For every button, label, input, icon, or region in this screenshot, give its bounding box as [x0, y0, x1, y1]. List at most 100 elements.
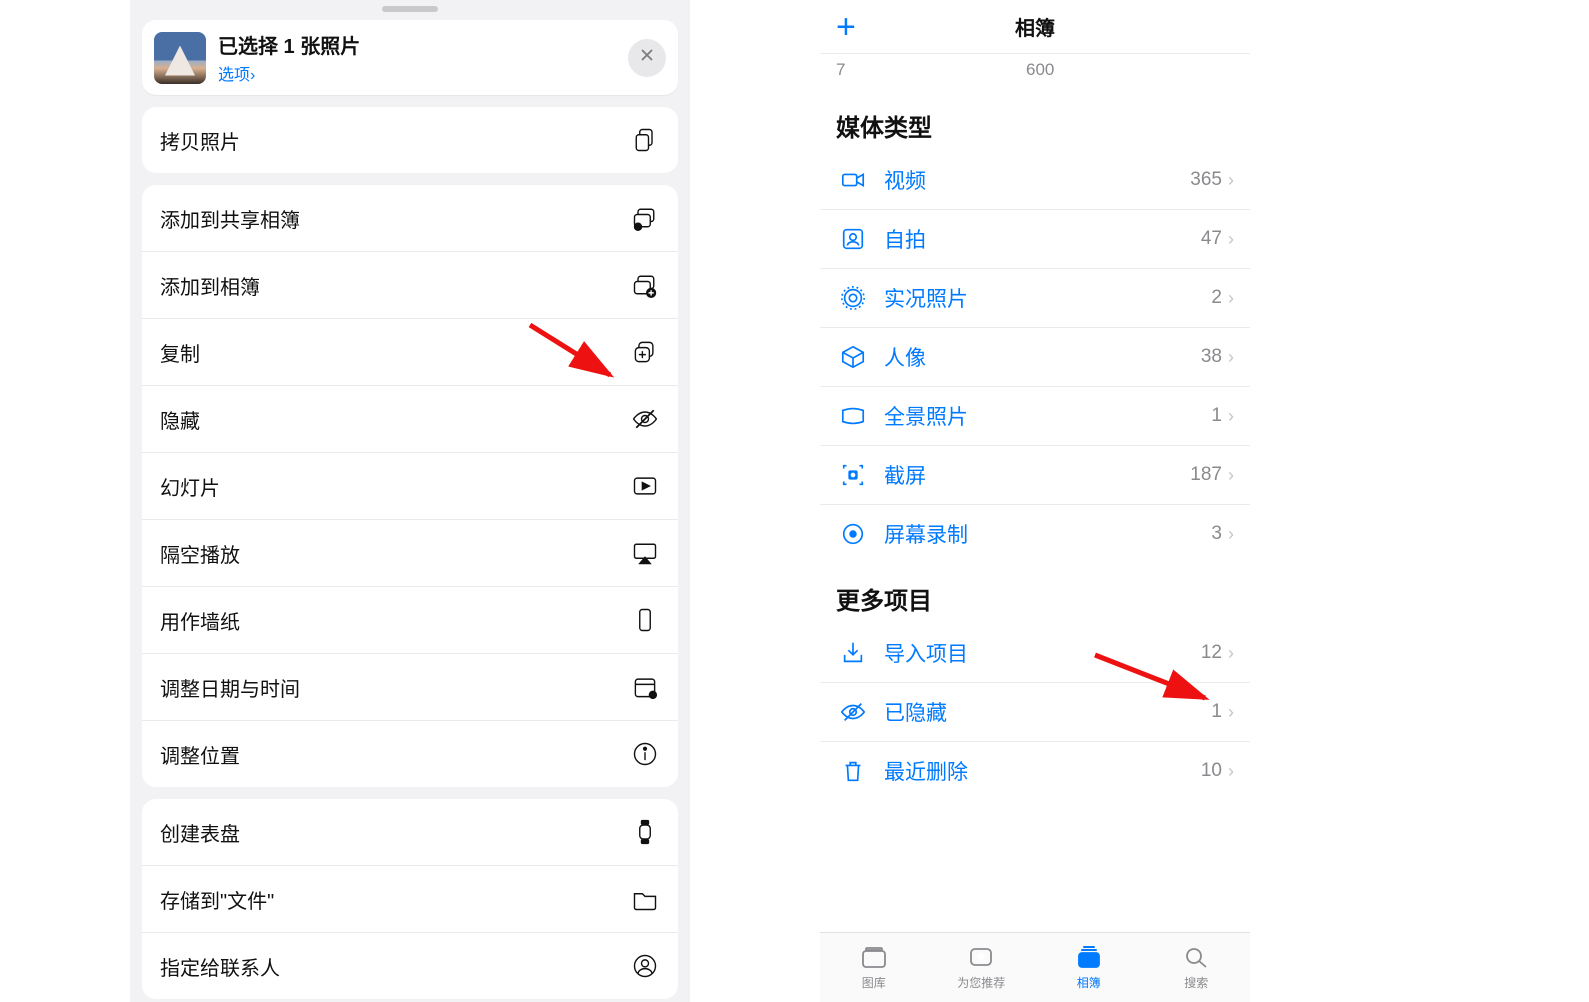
eye-slash-icon [836, 699, 870, 725]
cube-icon [836, 344, 870, 370]
partial-count-left: 7 [836, 60, 1026, 80]
row-panoramas[interactable]: 全景照片 1 › [820, 387, 1250, 446]
folder-icon [630, 884, 660, 914]
photo-thumbnail [154, 32, 206, 84]
row-label: 最近删除 [884, 756, 1201, 786]
row-count: 1 [1211, 405, 1222, 427]
copy-doc-icon [630, 125, 660, 155]
screenshot-icon [836, 462, 870, 488]
section-more-items-title: 更多项目 [820, 563, 1250, 624]
chevron-right-icon: › [250, 67, 255, 84]
chevron-right-icon: › [1228, 524, 1234, 545]
row-add-album[interactable]: 添加到相簿 [142, 252, 678, 319]
row-count: 3 [1211, 523, 1222, 545]
row-label: 拷贝照片 [160, 126, 240, 155]
row-live-photos[interactable]: 实况照片 2 › [820, 269, 1250, 328]
add-album-button[interactable]: + [836, 10, 856, 44]
row-label: 幻灯片 [160, 472, 220, 501]
livephoto-icon [836, 285, 870, 311]
partial-count-right: 600 [1026, 60, 1054, 80]
row-label: 自拍 [884, 224, 1201, 254]
row-slideshow[interactable]: 幻灯片 [142, 453, 678, 520]
row-label: 添加到相簿 [160, 271, 260, 300]
selfie-icon [836, 226, 870, 252]
row-assign-contact[interactable]: 指定给联系人 [142, 933, 678, 999]
tab-for-you[interactable]: 为您推荐 [928, 933, 1036, 1002]
row-adjust-location[interactable]: 调整位置 [142, 721, 678, 787]
more-items-list: 导入项目 12 › 已隐藏 1 › 最近删除 10 › [820, 624, 1250, 800]
row-screenshots[interactable]: 截屏 187 › [820, 446, 1250, 505]
video-icon [836, 167, 870, 193]
share-title: 已选择 1 张照片 [218, 30, 628, 59]
row-count: 2 [1211, 287, 1222, 309]
tab-label: 为您推荐 [957, 974, 1005, 991]
share-group-2: 创建表盘 存储到"文件" 指定给联系人 [142, 799, 678, 999]
chevron-right-icon: › [1228, 347, 1234, 368]
row-label: 全景照片 [884, 401, 1211, 431]
tab-search[interactable]: 搜索 [1143, 933, 1251, 1002]
tab-label: 图库 [862, 974, 886, 991]
calendar-dot-icon [630, 672, 660, 702]
chevron-right-icon: › [1228, 170, 1234, 191]
chevron-right-icon: › [1228, 761, 1234, 782]
plus-icon: + [836, 8, 856, 46]
tab-label: 相簿 [1077, 974, 1101, 991]
tab-label: 搜索 [1184, 974, 1208, 991]
row-screen-recordings[interactable]: 屏幕录制 3 › [820, 505, 1250, 563]
row-wallpaper[interactable]: 用作墙纸 [142, 587, 678, 654]
row-add-shared-album[interactable]: 添加到共享相簿 [142, 185, 678, 252]
row-hide[interactable]: 隐藏 [142, 386, 678, 453]
row-label: 隔空播放 [160, 539, 240, 568]
row-count: 47 [1201, 228, 1222, 250]
row-create-watchface[interactable]: 创建表盘 [142, 799, 678, 866]
tab-albums[interactable]: 相簿 [1035, 933, 1143, 1002]
nav-title: 相簿 [1015, 12, 1055, 41]
row-recently-deleted[interactable]: 最近删除 10 › [820, 742, 1250, 800]
row-label: 视频 [884, 165, 1190, 195]
duplicate-icon [630, 337, 660, 367]
library-icon [860, 945, 888, 972]
airplay-icon [630, 538, 660, 568]
close-button[interactable] [628, 39, 666, 77]
row-imports[interactable]: 导入项目 12 › [820, 624, 1250, 683]
row-count: 10 [1201, 760, 1222, 782]
row-label: 屏幕录制 [884, 519, 1211, 549]
search-icon [1182, 945, 1210, 972]
phone-rect-icon [630, 605, 660, 635]
share-options-link[interactable]: 选项› [218, 61, 628, 85]
sheet-grabber[interactable] [382, 6, 438, 12]
media-types-list: 视频 365 › 自拍 47 › 实况照片 2 › 人像 38 › 全景照片 1… [820, 151, 1250, 563]
share-options-label: 选项 [218, 67, 250, 84]
row-label: 已隐藏 [884, 697, 1211, 727]
row-portraits[interactable]: 人像 38 › [820, 328, 1250, 387]
row-airplay[interactable]: 隔空播放 [142, 520, 678, 587]
section-media-types-title: 媒体类型 [820, 90, 1250, 151]
row-label: 导入项目 [884, 638, 1201, 668]
tab-library[interactable]: 图库 [820, 933, 928, 1002]
chevron-right-icon: › [1228, 229, 1234, 250]
albums-tab-icon [1075, 945, 1103, 972]
row-videos[interactable]: 视频 365 › [820, 151, 1250, 210]
share-group-0: 拷贝照片 [142, 107, 678, 173]
row-label: 实况照片 [884, 283, 1211, 313]
info-circle-icon [630, 739, 660, 769]
row-save-to-files[interactable]: 存储到"文件" [142, 866, 678, 933]
tab-bar: 图库 为您推荐 相簿 搜索 [820, 932, 1250, 1002]
row-duplicate[interactable]: 复制 [142, 319, 678, 386]
row-label: 截屏 [884, 460, 1190, 490]
row-selfies[interactable]: 自拍 47 › [820, 210, 1250, 269]
row-adjust-datetime[interactable]: 调整日期与时间 [142, 654, 678, 721]
row-hidden[interactable]: 已隐藏 1 › [820, 683, 1250, 742]
row-label: 隐藏 [160, 405, 200, 434]
row-label: 指定给联系人 [160, 952, 280, 981]
share-group-1: 添加到共享相簿 添加到相簿 复制 隐藏 幻灯片 [142, 185, 678, 787]
chevron-right-icon: › [1228, 702, 1234, 723]
share-header: 已选择 1 张照片 选项› [142, 20, 678, 95]
chevron-right-icon: › [1228, 643, 1234, 664]
row-label: 用作墙纸 [160, 606, 240, 635]
close-icon [638, 46, 656, 70]
row-copy-photo[interactable]: 拷贝照片 [142, 107, 678, 173]
row-label: 调整位置 [160, 740, 240, 769]
chevron-right-icon: › [1228, 288, 1234, 309]
partial-album-counts: 7 600 [820, 54, 1250, 90]
